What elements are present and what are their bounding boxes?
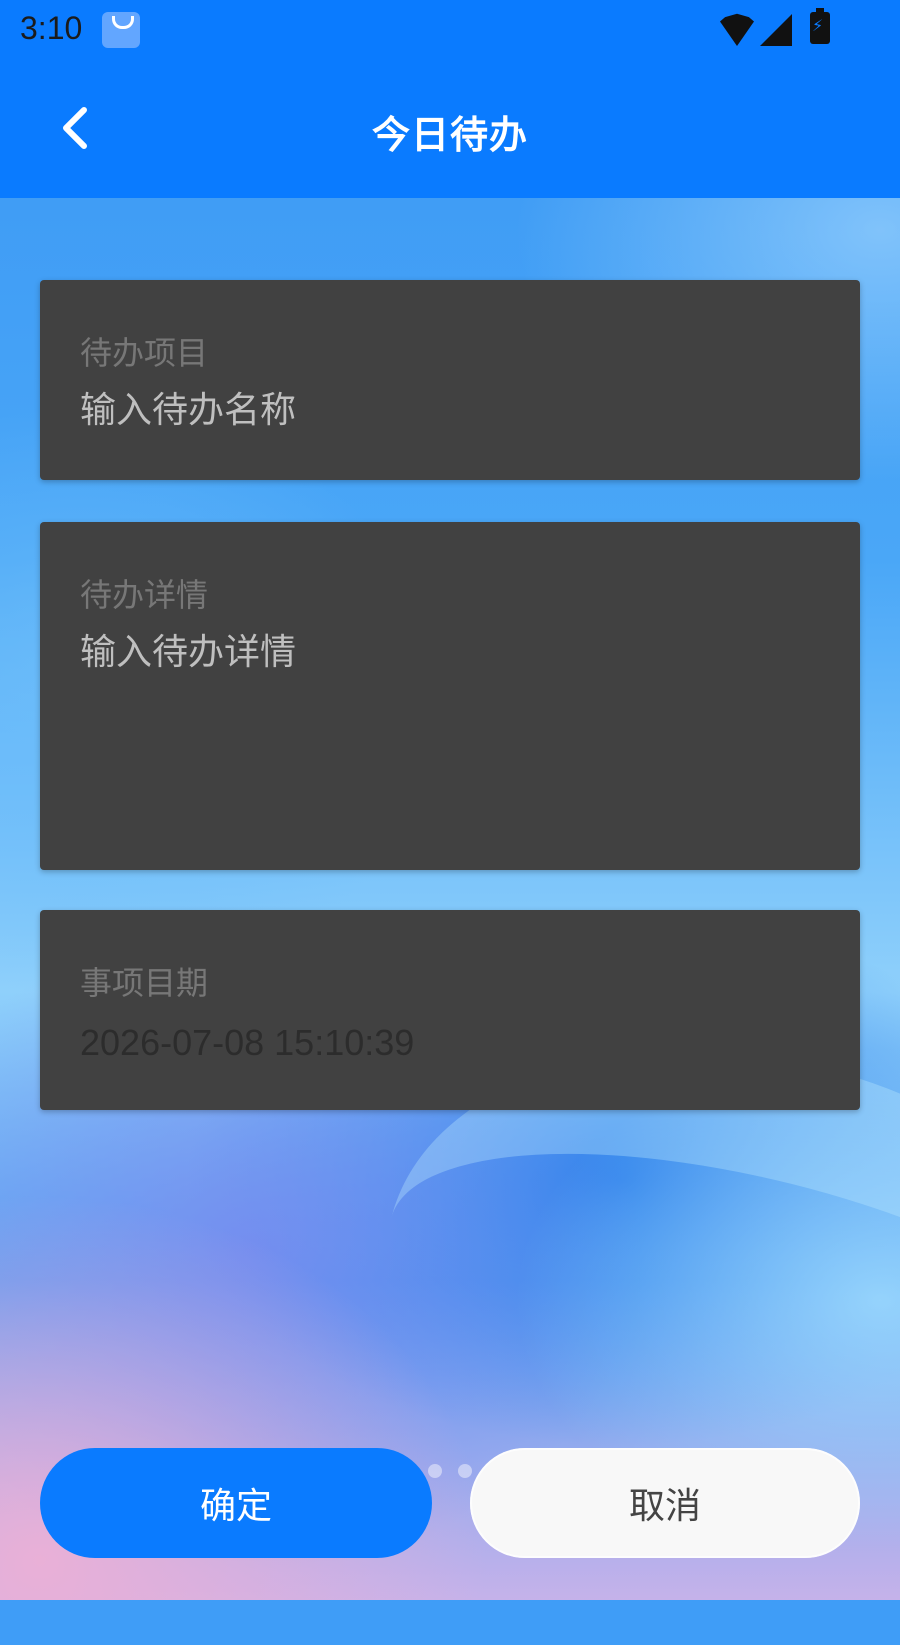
item-date-field[interactable] [80, 1022, 820, 1064]
page-dot [428, 1464, 442, 1478]
item-name-input[interactable] [80, 390, 820, 431]
item-name-label: 待办项目 [80, 334, 209, 372]
wifi-icon [720, 13, 754, 46]
item-name-card: 待办项目 [40, 280, 860, 480]
signal-icon [760, 14, 792, 46]
item-date-label: 事项目期 [80, 964, 209, 1002]
item-details-label: 待办详情 [80, 576, 209, 614]
status-bar: 3:10 [0, 0, 900, 62]
item-details-card: 待办详情 [40, 522, 860, 870]
app-header: 3:10 今日待办 [0, 0, 900, 198]
item-date-card: 事项目期 [40, 910, 860, 1110]
battery-icon [810, 8, 830, 44]
app-notification-icon [102, 12, 140, 48]
item-details-input[interactable] [80, 632, 820, 673]
confirm-button[interactable]: 确定 [40, 1448, 432, 1558]
cancel-button[interactable]: 取消 [470, 1448, 860, 1558]
status-time: 3:10 [20, 10, 83, 46]
page-title: 今日待办 [371, 113, 528, 157]
page-dot [458, 1464, 472, 1478]
